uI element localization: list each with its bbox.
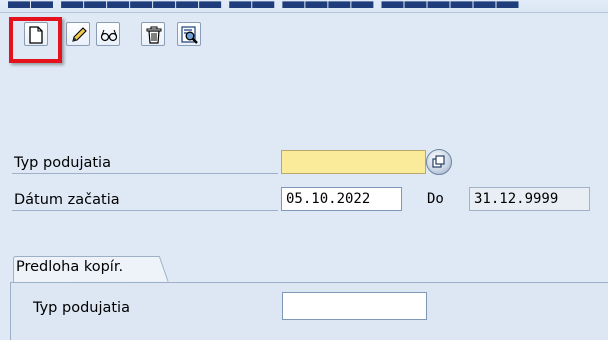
trash-icon — [146, 26, 162, 44]
application-toolbar — [0, 12, 608, 62]
change-button[interactable] — [66, 22, 90, 46]
glasses-icon — [100, 29, 118, 42]
copy-event-type-input[interactable] — [282, 292, 427, 320]
search-list-icon — [181, 26, 198, 44]
copy-template-panel: Typ podujatia — [10, 282, 608, 340]
start-date-label: Dátum začatia — [12, 189, 278, 211]
create-button-highlight — [9, 17, 62, 63]
pencil-icon — [72, 27, 87, 42]
end-date-label: Do — [427, 191, 444, 207]
copy-template-group: Predloha kopír. Typ podujatia — [10, 256, 608, 340]
display-button[interactable] — [96, 22, 120, 46]
copy-event-type-label: Typ podujatia — [33, 300, 130, 316]
value-help-button[interactable] — [426, 149, 452, 175]
title-bar: ▬▬ ▬▬▬▬▬▬▬ ▬▬ ▬▬▬▬ ▬▬▬▬▬▬ — [0, 0, 608, 12]
value-help-icon — [432, 155, 445, 168]
event-type-label: Typ podujatia — [12, 152, 278, 174]
event-type-input[interactable] — [281, 150, 426, 174]
end-date-field: 31.12.9999 — [469, 187, 590, 211]
tab-copy-template-label: Predloha kopír. — [16, 259, 124, 275]
delete-button[interactable] — [141, 22, 165, 46]
start-date-input[interactable]: 05.10.2022 — [281, 187, 402, 211]
title-text-cropped: ▬▬ ▬▬▬▬▬▬▬ ▬▬ ▬▬▬▬ ▬▬▬▬▬▬ — [8, 0, 519, 12]
toolbar-divider — [0, 12, 608, 13]
find-button[interactable] — [177, 22, 201, 46]
